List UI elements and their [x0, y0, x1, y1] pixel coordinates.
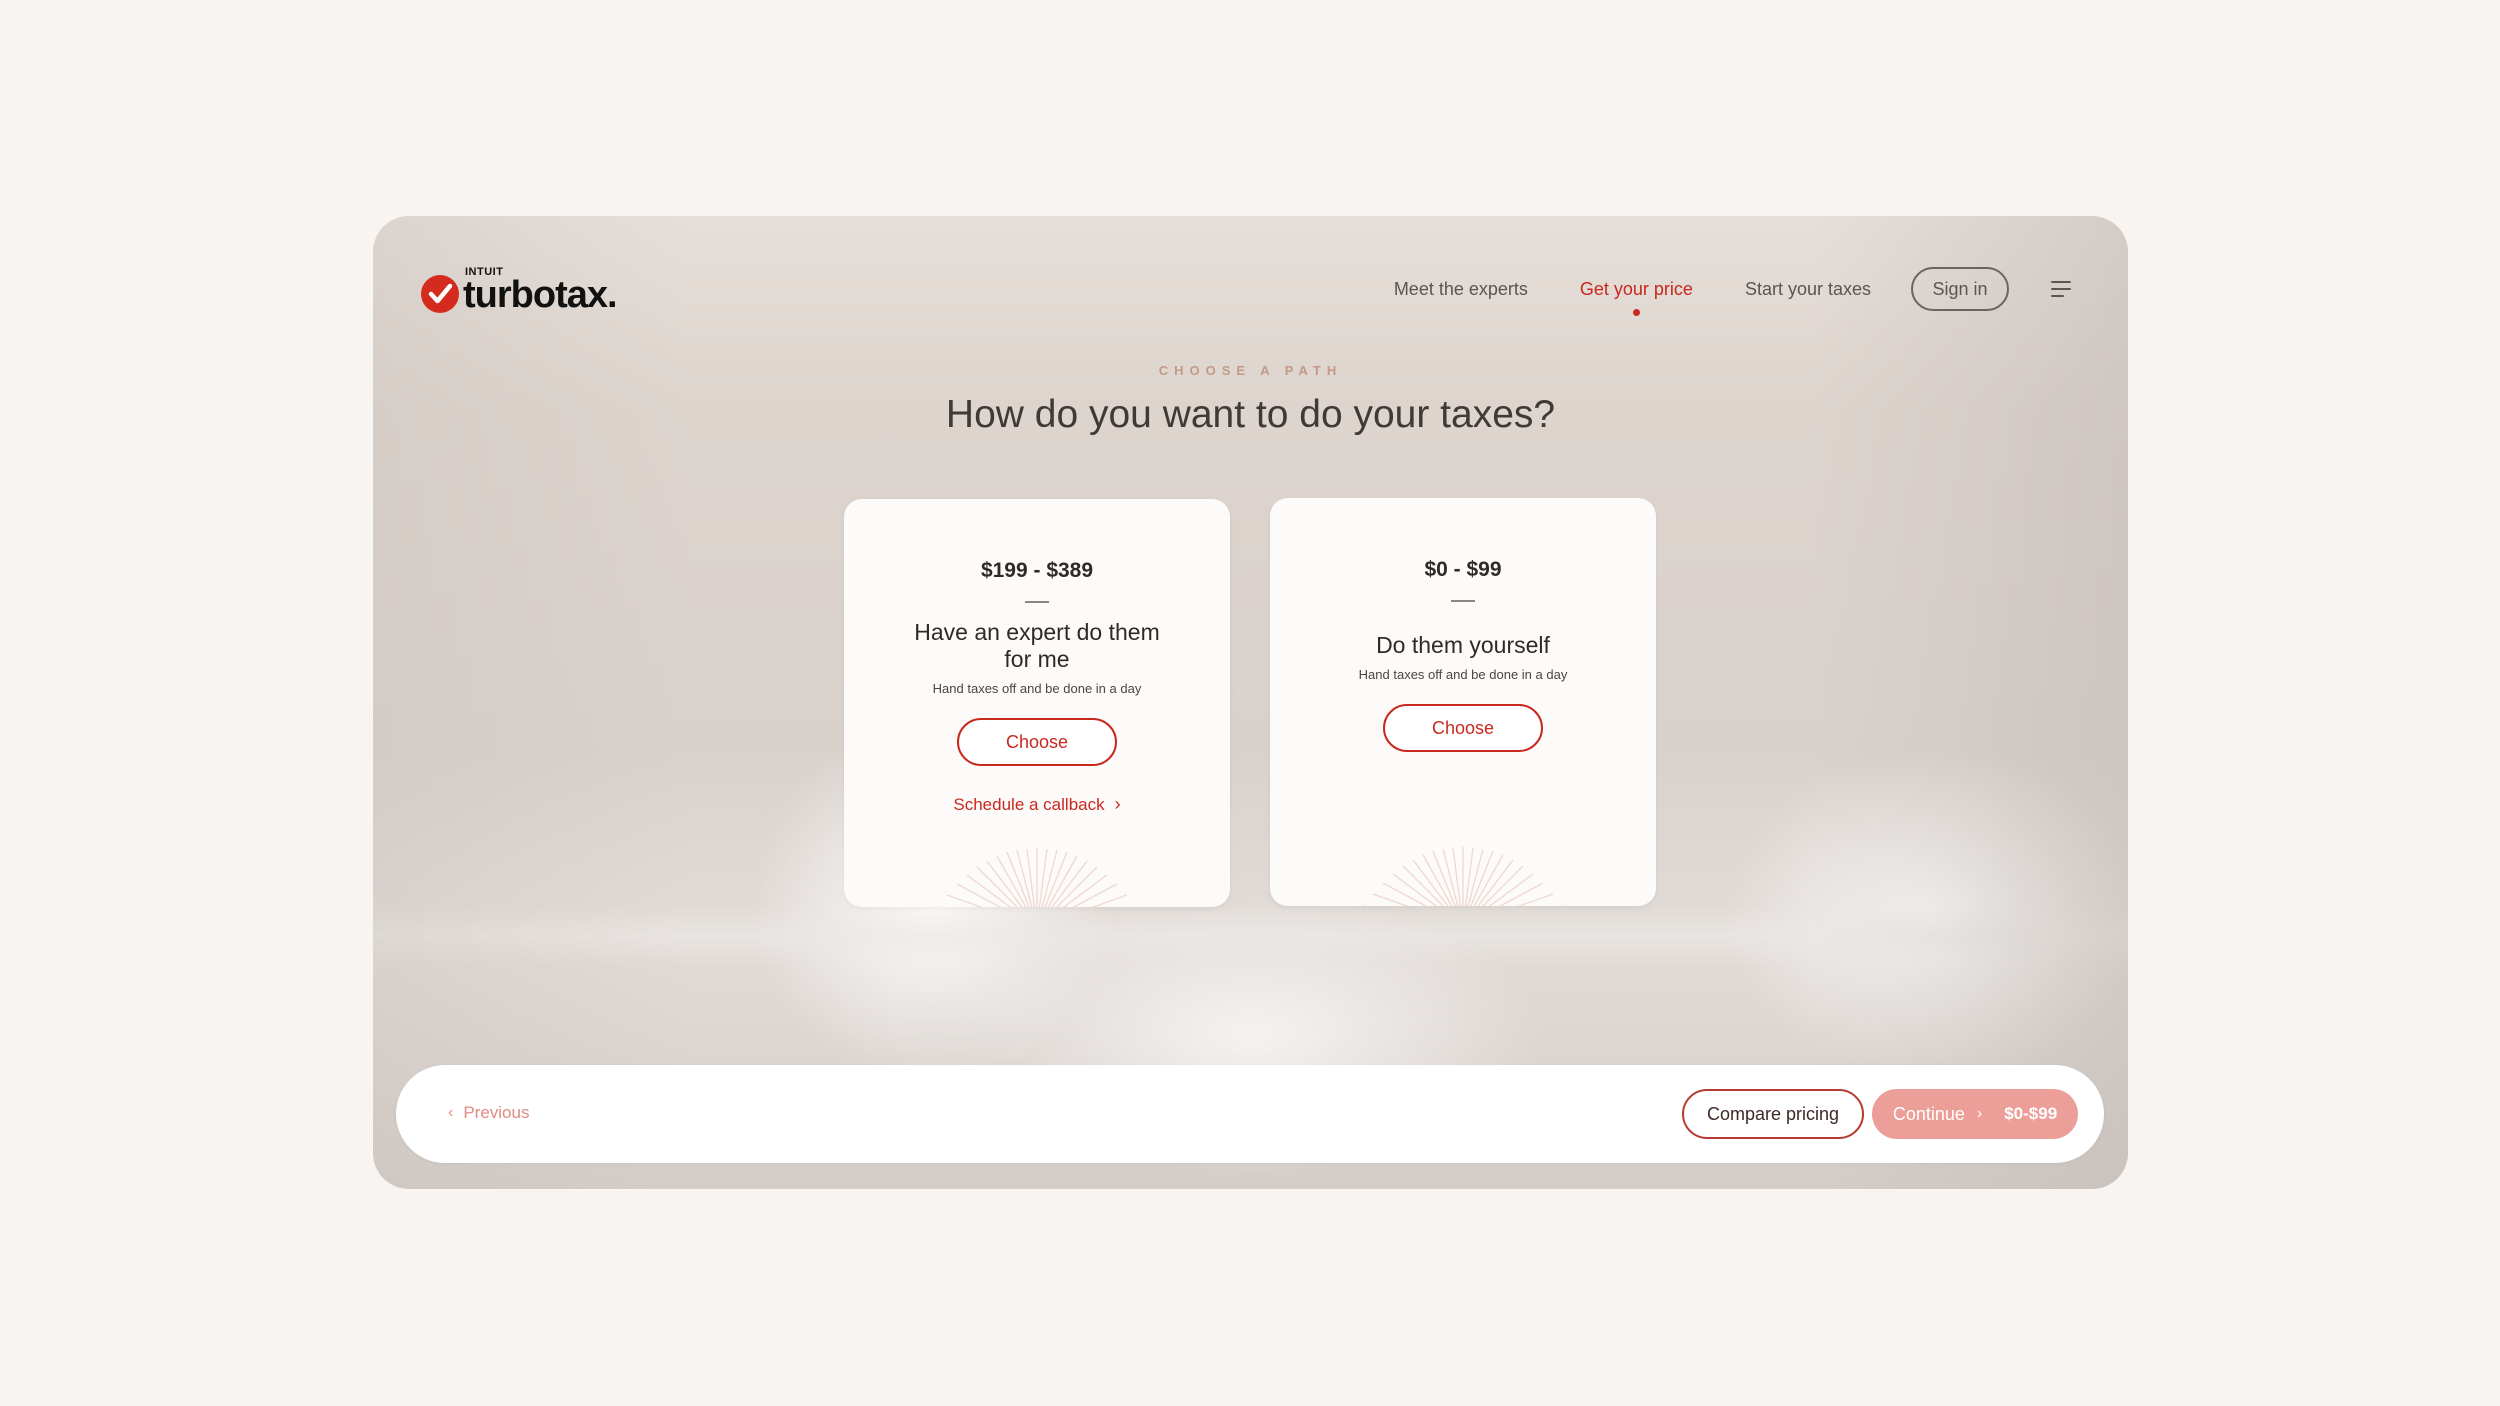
compare-pricing-button[interactable]: Compare pricing — [1682, 1089, 1864, 1139]
choose-diy-button[interactable]: Choose — [1383, 704, 1543, 752]
card-title: Have an expert do them for me — [914, 619, 1160, 672]
hamburger-menu-icon[interactable] — [2051, 281, 2073, 297]
logo-dot: . — [607, 274, 618, 316]
sign-in-button[interactable]: Sign in — [1911, 267, 2009, 311]
turbotax-logo[interactable]: INTUIT turbotax. — [421, 264, 618, 316]
previous-button[interactable]: ‹ Previous — [448, 1103, 529, 1123]
card-divider — [1451, 600, 1475, 602]
section-eyebrow: CHOOSE A PATH — [1158, 363, 1343, 378]
continue-price-range: $0-$99 — [2004, 1104, 2058, 1123]
card-subtitle: Hand taxes off and be done in a day — [932, 681, 1142, 696]
continue-button[interactable]: Continue › $0-$99 — [1872, 1089, 2078, 1139]
schedule-callback-link[interactable]: Schedule a callback › — [953, 794, 1120, 815]
previous-label: Previous — [463, 1103, 530, 1122]
nav-link-start-your-taxes[interactable]: Start your taxes — [1745, 279, 1871, 300]
page-title: How do you want to do your taxes? — [945, 393, 1556, 436]
choose-expert-button[interactable]: Choose — [957, 718, 1117, 766]
card-price: $0 - $99 — [1424, 558, 1502, 581]
nav-link-get-your-price[interactable]: Get your price — [1580, 279, 1693, 316]
logo-wordmark: INTUIT turbotax. — [463, 266, 618, 316]
card-price: $199 - $389 — [980, 559, 1094, 582]
continue-label: Continue — [1892, 1103, 1965, 1124]
nav-link-meet-the-experts[interactable]: Meet the experts — [1394, 279, 1528, 300]
checkmark-logo-icon — [421, 275, 459, 313]
decorative-rays-icon — [937, 848, 1137, 907]
decorative-rays-icon — [1363, 847, 1563, 906]
bottom-action-bar: ‹ Previous Compare pricing Continue › $0… — [396, 1065, 2104, 1163]
chevron-right-icon: › — [1114, 794, 1121, 814]
card-title: Do them yourself — [1376, 632, 1550, 658]
card-subtitle: Hand taxes off and be done in a day — [1358, 667, 1568, 682]
logo-turbotax-text: turbotax — [463, 274, 608, 316]
chevron-right-icon: › — [1976, 1105, 1983, 1122]
top-nav: Meet the experts Get your price Start yo… — [1394, 264, 2073, 316]
path-card-expert: $199 - $389 Have an expert do them for m… — [844, 499, 1230, 907]
chevron-left-icon: ‹ — [448, 1104, 454, 1121]
schedule-callback-label: Schedule a callback — [953, 794, 1105, 814]
logo-intuit-text: INTUIT — [465, 266, 504, 278]
page-frame: INTUIT turbotax. Meet the experts Get yo… — [373, 216, 2128, 1189]
card-divider — [1025, 601, 1049, 603]
path-card-diy: $0 - $99 Do them yourself Hand taxes off… — [1270, 498, 1656, 906]
